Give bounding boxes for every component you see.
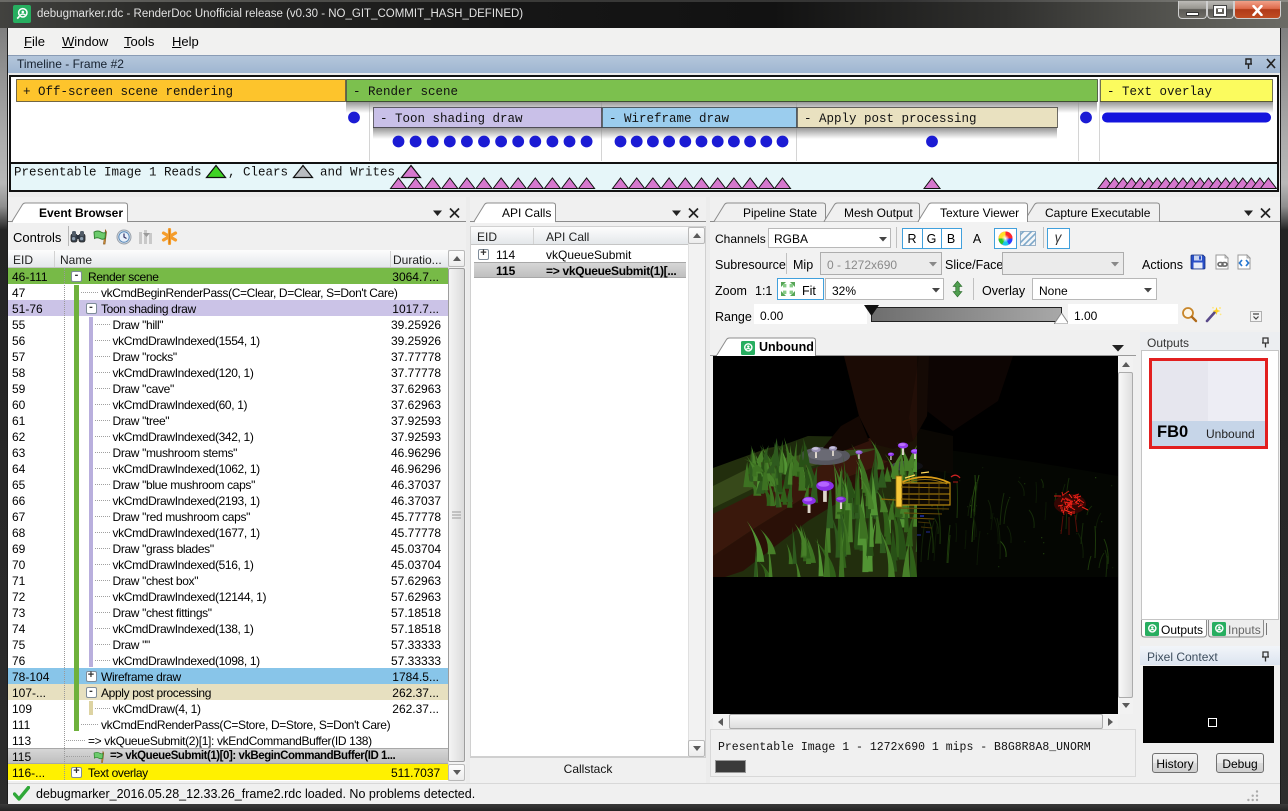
svg-text:Presentable Image 1 Reads: Presentable Image 1 Reads — [14, 166, 202, 180]
svg-text:+ Off-screen scene rendering: + Off-screen scene rendering — [23, 85, 233, 99]
svg-text:- Wireframe draw: - Wireframe draw — [609, 112, 730, 126]
svg-text:- Render scene: - Render scene — [353, 85, 458, 99]
svg-text:- Toon shading draw: - Toon shading draw — [380, 112, 523, 126]
svg-text:- Text overlay: - Text overlay — [1107, 85, 1213, 99]
svg-text:and Writes: and Writes — [320, 166, 395, 180]
svg-text:, Clears: , Clears — [228, 166, 288, 180]
svg-text:- Apply post processing: - Apply post processing — [804, 112, 977, 126]
